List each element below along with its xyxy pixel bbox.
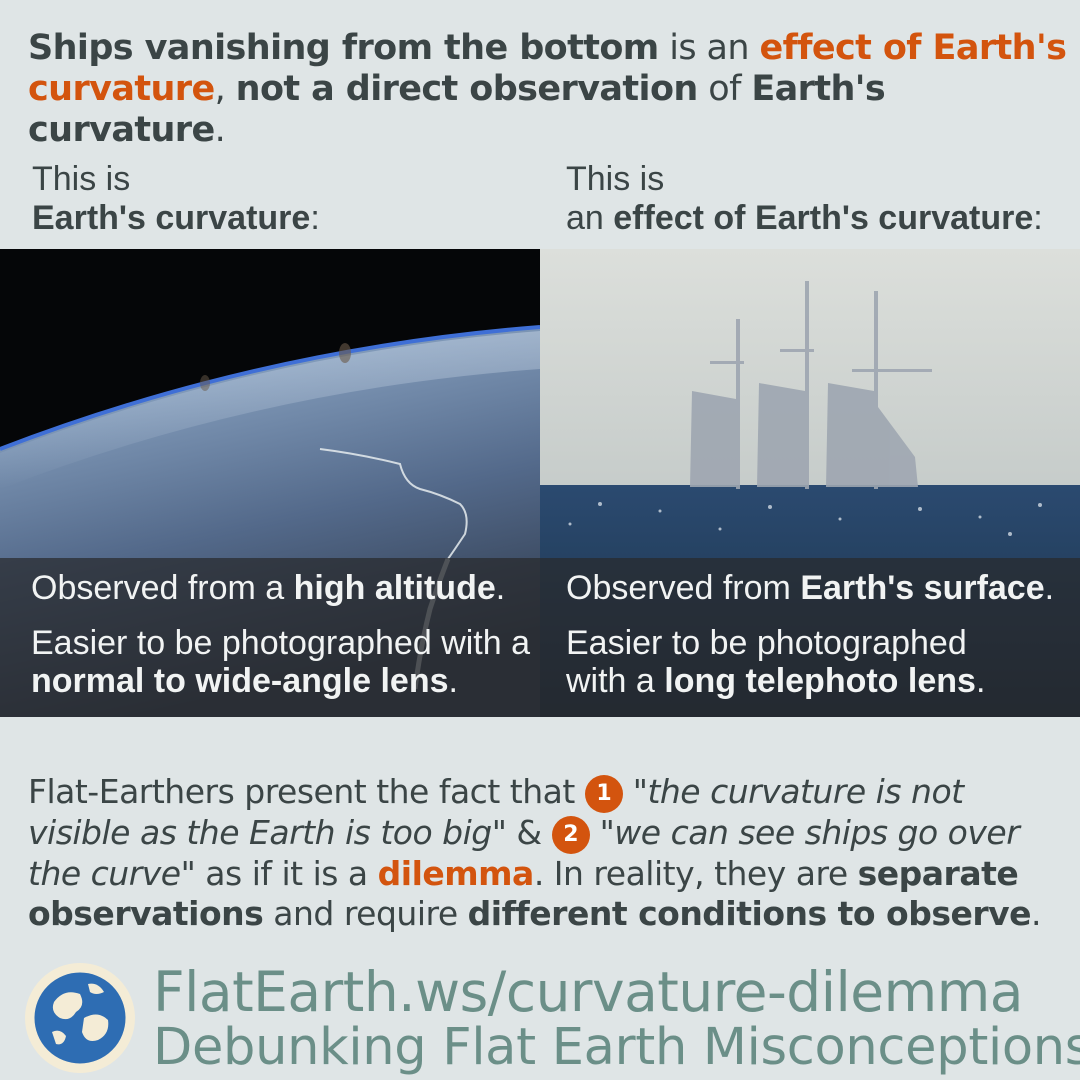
left-label-line1: This is	[32, 160, 131, 198]
right-caption1-pre: Observed from	[566, 569, 801, 607]
body-mid: as if it is a	[195, 854, 378, 893]
body-and-require: and require	[263, 894, 468, 933]
left-caption-panel: Observed from a high altitude. Easier to…	[0, 558, 540, 717]
left-caption2-post: .	[448, 662, 458, 700]
left-caption-line1: Observed from a high altitude.	[31, 569, 505, 607]
left-label-bold: Earth's curvature	[32, 199, 311, 237]
left-caption1-post: .	[495, 569, 506, 607]
number-2-badge: 2	[551, 816, 590, 854]
body-amp: &	[506, 813, 552, 852]
right-caption2-bold: long telephoto lens	[664, 662, 976, 700]
explanation-paragraph: Flat-Earthers present the fact that 1 "t…	[28, 772, 1068, 934]
right-caption2-post: .	[975, 662, 986, 700]
right-caption1-post: .	[1044, 569, 1055, 607]
right-caption-panel: Observed from Earth's surface. Easier to…	[540, 558, 1080, 717]
footer-tagline: Debunking Flat Earth Misconceptions	[153, 1018, 1080, 1077]
footer-url[interactable]: FlatEarth.ws/curvature-dilemma	[153, 960, 1023, 1024]
headline-part1: Ships vanishing from the bottom	[28, 28, 659, 68]
left-caption2-bold: normal to wide-angle lens	[31, 662, 449, 700]
right-label-pre: an	[566, 199, 614, 237]
body-end: .	[1031, 894, 1042, 933]
headline-part8: .	[214, 110, 226, 150]
headline-part4: ,	[214, 69, 236, 109]
right-label-suffix: :	[1033, 199, 1043, 237]
left-caption2-pre: Easier to be photographed with a	[31, 624, 531, 662]
right-label-bold: effect of Earth's curvature	[613, 199, 1034, 237]
left-caption1-pre: Observed from a	[31, 569, 294, 607]
headline-part6: of	[697, 69, 752, 109]
earth-curvature-photo: Observed from a high altitude. Easier to…	[0, 249, 540, 717]
headline-part5: not a direct observation	[235, 69, 699, 109]
headline-part2: is an	[658, 28, 760, 68]
body-dilemma: dilemma	[377, 854, 535, 893]
left-caption-line2: Easier to be photographed with a normal …	[31, 624, 531, 700]
number-1-badge: 1	[584, 775, 623, 813]
right-column-label: This is an effect of Earth's curvature:	[566, 160, 1043, 238]
ship-horizon-photo: Observed from Earth's surface. Easier to…	[540, 249, 1080, 717]
right-caption1-bold: Earth's surface	[800, 569, 1045, 607]
body-different: different conditions to observe	[467, 894, 1032, 933]
right-caption-line2: Easier to be photographed with a long te…	[566, 624, 1066, 700]
right-caption-line1: Observed from Earth's surface.	[566, 569, 1054, 607]
body-after-dilemma: . In reality, they are	[533, 854, 858, 893]
left-label-suffix: :	[310, 199, 320, 237]
right-caption2-line1: Easier to be photographed	[566, 624, 967, 662]
right-caption2-pre: with a	[566, 662, 665, 700]
flat-earth-globe-icon	[25, 963, 135, 1073]
left-caption1-bold: high altitude	[293, 569, 496, 607]
right-label-line1: This is	[566, 160, 665, 198]
headline: Ships vanishing from the bottom is an ef…	[28, 28, 1068, 151]
body-intro: Flat-Earthers present the fact that	[28, 772, 585, 811]
left-column-label: This is Earth's curvature:	[32, 160, 320, 238]
